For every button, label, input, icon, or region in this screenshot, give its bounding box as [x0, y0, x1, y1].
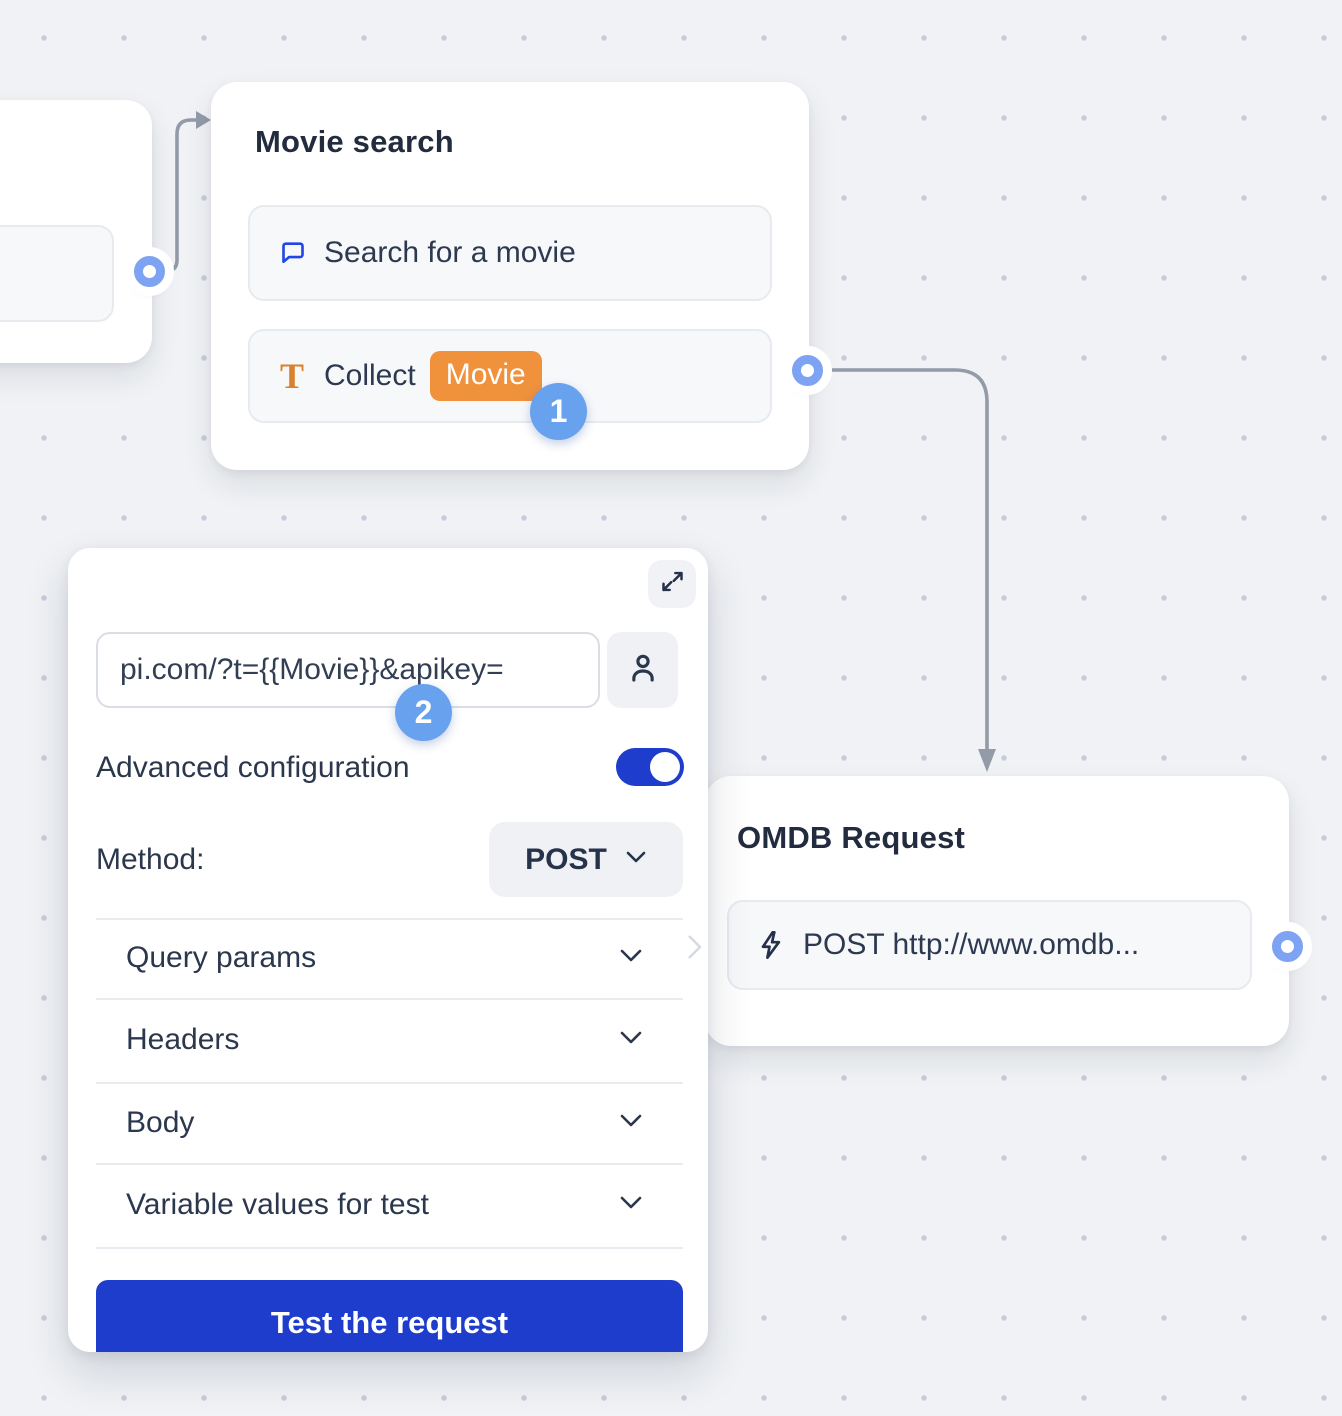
node-movie-search[interactable]: Movie search Search for a movie T Collec… [211, 82, 809, 470]
section-label: Headers [126, 1023, 239, 1057]
section-label: Body [126, 1106, 194, 1140]
block-label: POST http://www.omdb... [803, 928, 1139, 962]
block-label: Collect [324, 359, 416, 393]
section-label: Variable values for test [126, 1188, 429, 1222]
block-label: Search for a movie [324, 236, 576, 270]
chevron-down-icon [619, 948, 643, 968]
section-divider [96, 1247, 683, 1249]
arrowhead-down-icon [978, 749, 996, 772]
annotation-step-1: 1 [530, 383, 587, 440]
arrowhead-right-icon [196, 111, 211, 129]
lightning-icon [755, 929, 787, 961]
collect-block-movie[interactable]: T Collect Movie [248, 329, 772, 423]
url-input[interactable] [96, 632, 600, 708]
expand-icon [659, 568, 686, 600]
section-body[interactable]: Body [96, 1082, 683, 1163]
toggle-knob [650, 752, 680, 782]
annotation-step-2: 2 [395, 684, 452, 741]
chevron-down-icon [619, 1113, 643, 1133]
section-headers[interactable]: Headers [96, 998, 683, 1082]
output-port-movie-search[interactable] [792, 355, 823, 386]
person-icon [625, 650, 661, 691]
node-omdb-request[interactable]: OMDB Request POST http://www.omdb... [705, 776, 1289, 1046]
method-select[interactable]: POST [489, 822, 683, 897]
node-title: Movie search [255, 124, 454, 160]
chevron-down-icon [625, 850, 647, 869]
chevron-down-icon [619, 1195, 643, 1215]
advanced-configuration-label: Advanced configuration [96, 748, 410, 788]
user-variable-button[interactable] [607, 632, 678, 708]
test-request-button[interactable]: Test the request [96, 1280, 683, 1352]
connector-previous-to-movie [156, 120, 196, 271]
input-chevron-icon [686, 933, 704, 966]
expand-button[interactable] [648, 560, 696, 608]
webhook-block-omdb[interactable]: POST http://www.omdb... [727, 900, 1252, 990]
flow-canvas[interactable]: Movie search Search for a movie T Collec… [0, 0, 1342, 1416]
previous-card-item[interactable] [0, 225, 114, 322]
connector-movie-to-omdb [824, 370, 987, 750]
variable-badge-movie[interactable]: Movie [430, 351, 542, 401]
method-value: POST [525, 843, 607, 877]
node-title: OMDB Request [737, 820, 965, 856]
question-block-search-movie[interactable]: Search for a movie [248, 205, 772, 301]
chat-bubble-icon [276, 237, 308, 269]
section-query-params[interactable]: Query params [96, 918, 683, 998]
output-port-previous[interactable] [134, 256, 165, 287]
method-label: Method: [96, 840, 204, 880]
advanced-configuration-toggle[interactable] [616, 748, 684, 786]
section-label: Query params [126, 941, 316, 975]
node-previous-card[interactable] [0, 100, 152, 363]
section-variable-values[interactable]: Variable values for test [96, 1163, 683, 1247]
output-port-omdb[interactable] [1272, 931, 1303, 962]
chevron-down-icon [619, 1030, 643, 1050]
webhook-config-panel: Advanced configuration Method: POST Quer… [68, 548, 708, 1352]
text-input-icon: T [276, 360, 308, 392]
